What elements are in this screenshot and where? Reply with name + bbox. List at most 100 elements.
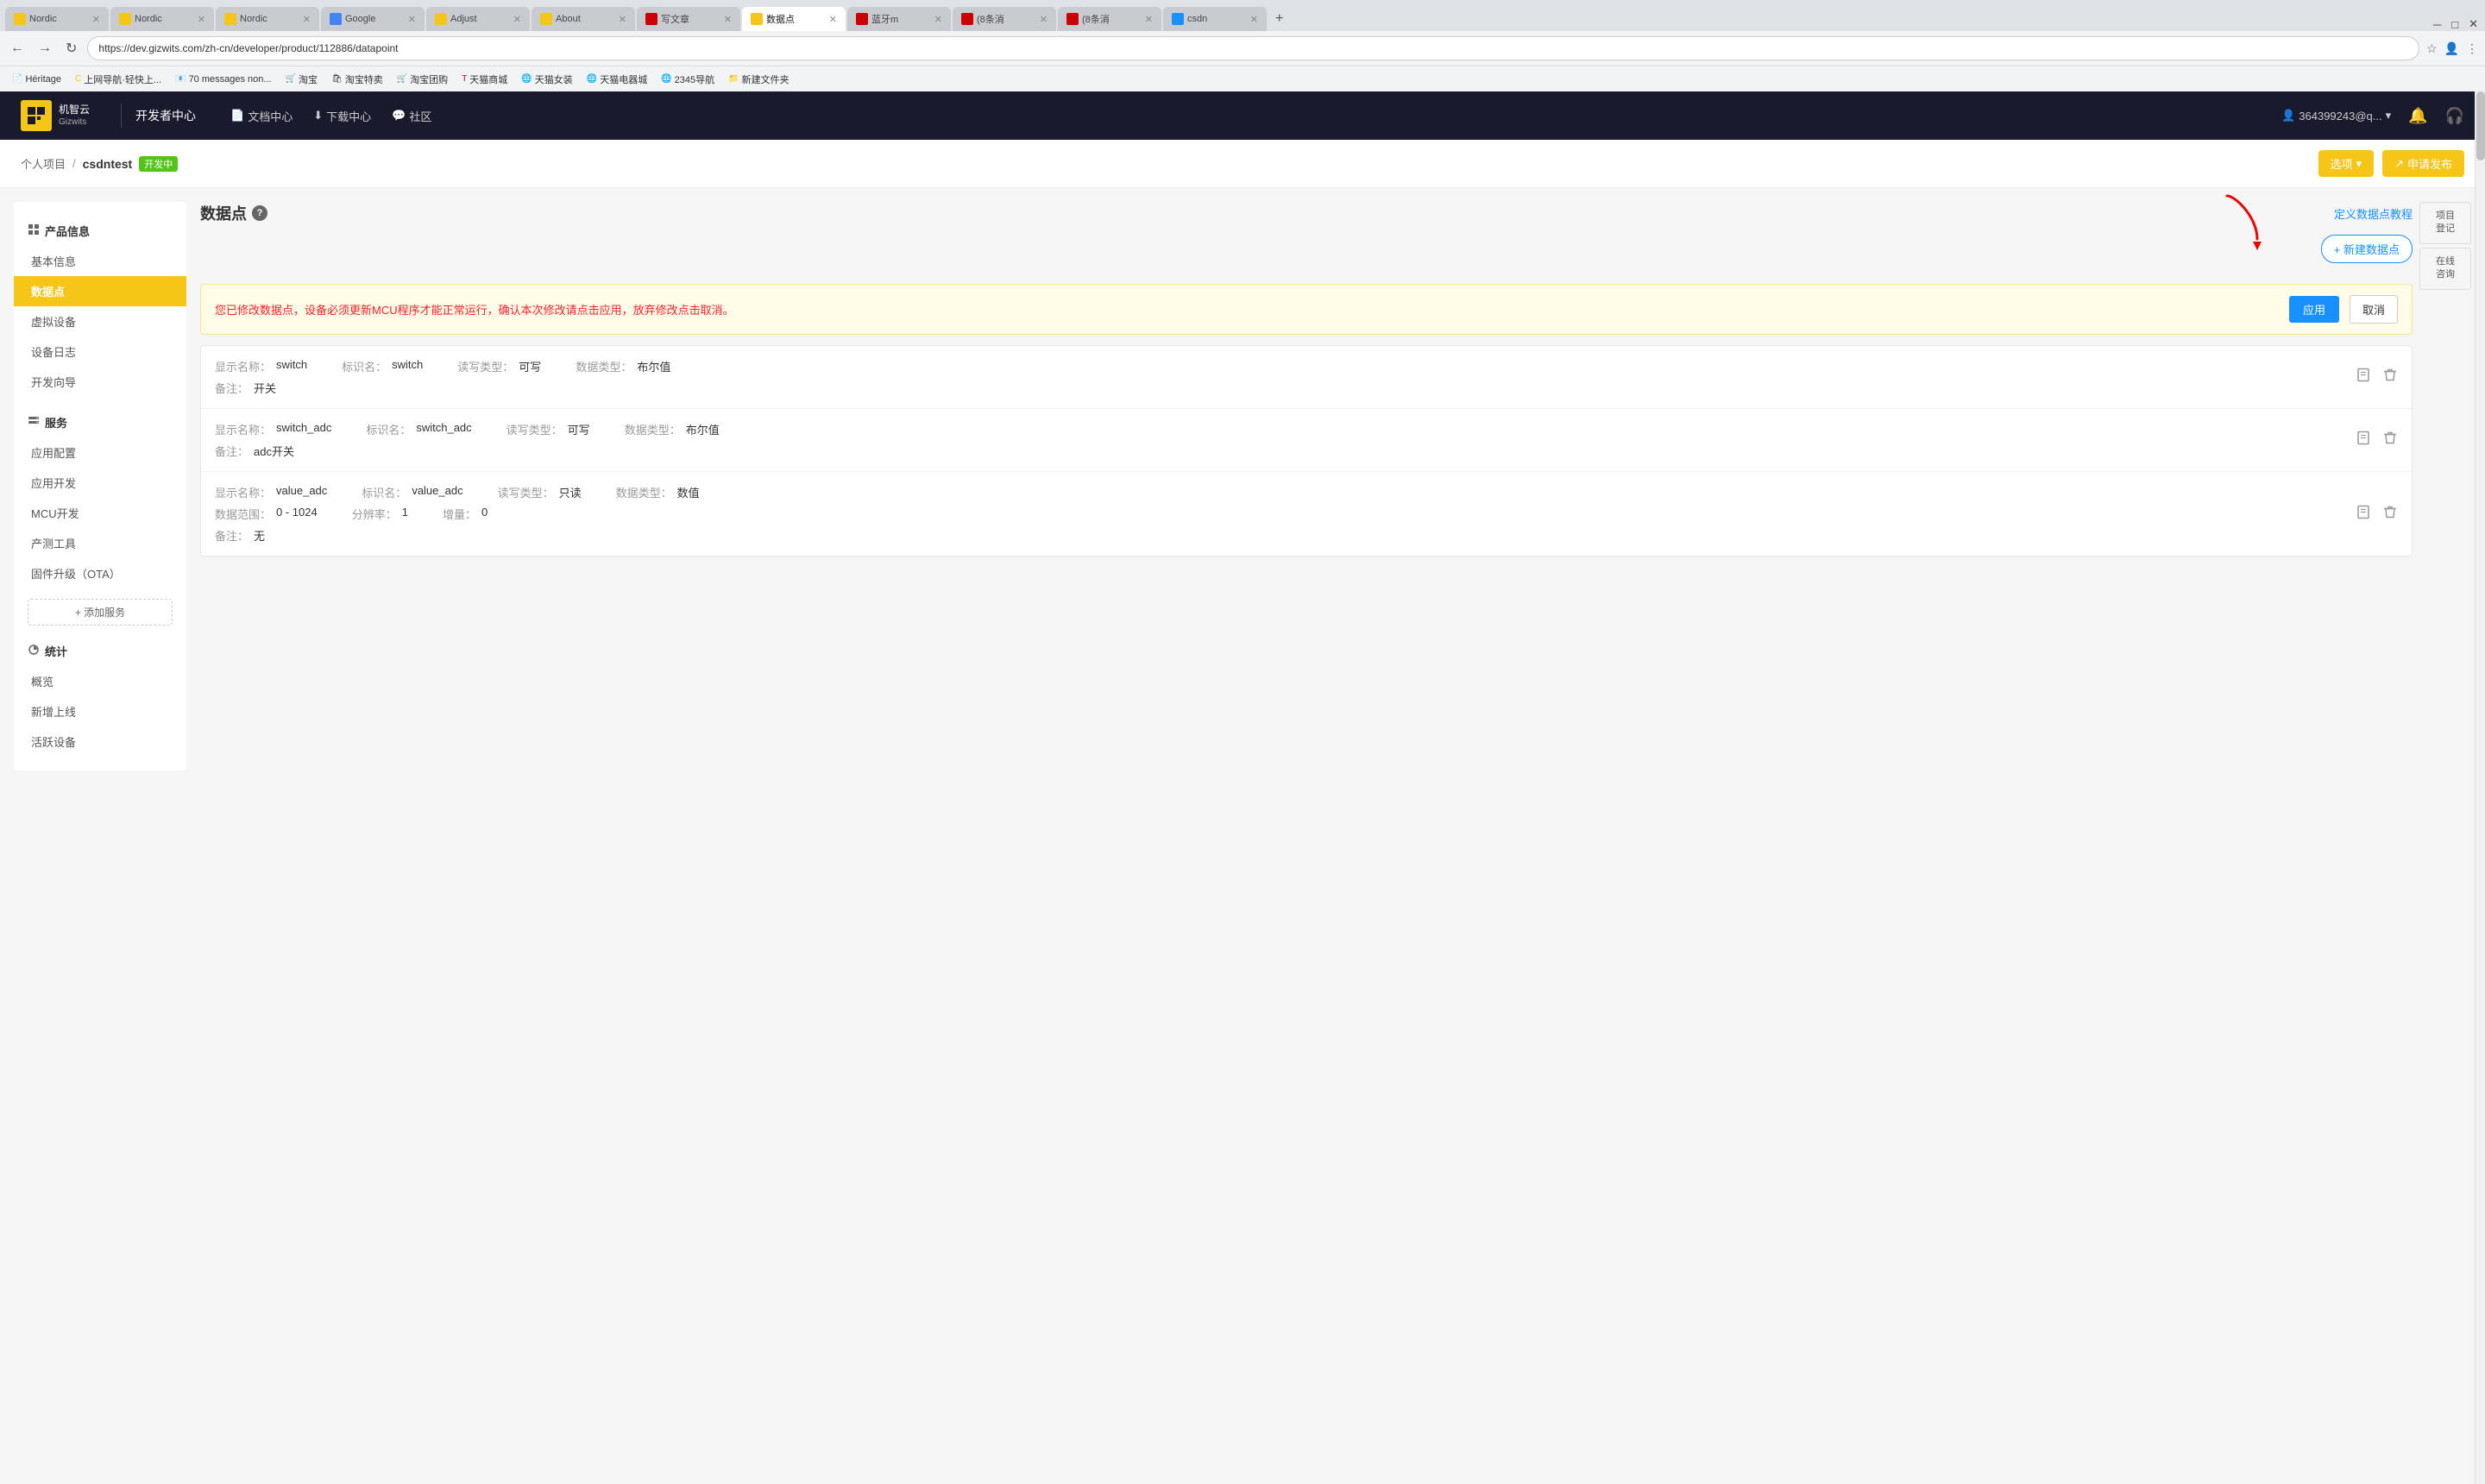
tab-7[interactable]: 写文章 ✕ <box>637 7 740 31</box>
add-service-button[interactable]: + 添加服务 <box>28 599 173 626</box>
maximize-icon[interactable]: □ <box>2451 18 2458 31</box>
tab-close-11[interactable]: ✕ <box>1145 14 1153 25</box>
tab-close-4[interactable]: ✕ <box>408 14 416 25</box>
browser-chrome: Nordic ✕ Nordic ✕ Nordic ✕ Google ✕ Adju… <box>0 0 2485 91</box>
tab-8-active[interactable]: 数据点 ✕ <box>742 7 846 31</box>
tab-9[interactable]: 蓝牙m ✕ <box>847 7 951 31</box>
address-icons: ☆ 👤 ⋮ <box>2426 41 2478 56</box>
bookmark-taobao-special[interactable]: 🛍 淘宝特卖 <box>326 71 388 88</box>
delete-button-1[interactable] <box>2382 368 2398 387</box>
edit-button-1[interactable] <box>2356 368 2372 387</box>
project-register-button[interactable]: 项目登记 <box>2419 202 2471 244</box>
tab-close-8[interactable]: ✕ <box>829 14 837 25</box>
publish-button[interactable]: ↗ 申请发布 <box>2382 150 2464 177</box>
sidebar-item-datapoint[interactable]: 数据点 <box>14 276 186 306</box>
bookmark-label-heritage: Héritage <box>25 74 61 85</box>
sidebar-item-device-log[interactable]: 设备日志 <box>14 336 186 367</box>
forward-button[interactable]: → <box>35 37 55 60</box>
notification-icon[interactable]: 🔔 <box>2408 107 2427 125</box>
tutorial-link[interactable]: 定义数据点教程 <box>2334 205 2413 222</box>
breadcrumb-parent[interactable]: 个人项目 <box>21 155 66 172</box>
tab-close-3[interactable]: ✕ <box>303 14 311 25</box>
address-bar[interactable]: https://dev.gizwits.com/zh-cn/developer/… <box>87 36 2419 60</box>
overview-label: 概览 <box>31 676 53 689</box>
bookmark-tmall-appliance[interactable]: 🌐 天猫电器城 <box>582 71 652 88</box>
edit-button-3[interactable] <box>2356 504 2372 524</box>
tab-5[interactable]: Adjust ✕ <box>426 7 530 31</box>
reload-button[interactable]: ↻ <box>62 36 80 60</box>
tab-close-7[interactable]: ✕ <box>724 14 732 25</box>
tab-close-12[interactable]: ✕ <box>1250 14 1258 25</box>
help-icon[interactable]: ? <box>252 205 267 221</box>
delete-button-3[interactable] <box>2382 504 2398 524</box>
bookmark-messages[interactable]: 📧 70 messages non... <box>170 72 276 86</box>
bookmark-2345[interactable]: 🌐 2345导航 <box>656 71 720 88</box>
scrollbar-track[interactable] <box>2475 91 2485 1484</box>
online-consult-button[interactable]: 在线咨询 <box>2419 248 2471 290</box>
tab-3[interactable]: Nordic ✕ <box>216 7 319 31</box>
tab-4[interactable]: Google ✕ <box>321 7 425 31</box>
nav-docs[interactable]: 📄 文档中心 <box>230 108 293 124</box>
nav-download[interactable]: ⬇ 下载中心 <box>313 108 371 124</box>
tab-close-1[interactable]: ✕ <box>92 14 100 25</box>
new-tab-button[interactable]: + <box>1268 7 1290 31</box>
datapoint-main-info-2: 显示名称： switch_adc 标识名： switch_adc 读写类型： 可… <box>215 421 2398 437</box>
bookmark-heritage[interactable]: 📄 Héritage <box>7 72 66 86</box>
sidebar-item-prod-test[interactable]: 产测工具 <box>14 528 186 558</box>
server-icon <box>28 415 40 427</box>
tab-close-10[interactable]: ✕ <box>1040 14 1047 25</box>
tab-favicon-7 <box>645 13 657 25</box>
bookmark-tmall-fashion[interactable]: 🌐 天猫女装 <box>516 71 577 88</box>
mcu-dev-label: MCU开发 <box>31 507 79 520</box>
bookmark-taobao-group[interactable]: 🛒 淘宝团购 <box>392 71 453 88</box>
sidebar-item-basic-info[interactable]: 基本信息 <box>14 246 186 276</box>
sidebar-item-app-config[interactable]: 应用配置 <box>14 437 186 468</box>
sidebar-item-new-online[interactable]: 新增上线 <box>14 696 186 726</box>
minimize-icon[interactable]: ─ <box>2433 18 2441 31</box>
logo[interactable]: 机智云 Gizwits <box>21 100 90 131</box>
warning-text: 您已修改数据点，设备必须更新MCU程序才能正常运行，确认本次修改请点击应用，放弃… <box>215 301 2279 318</box>
bookmark-nav[interactable]: C 上网导航·轻快上... <box>70 71 167 88</box>
back-button[interactable]: ← <box>7 37 28 60</box>
display-name-value-3: value_adc <box>276 484 327 500</box>
sidebar-item-virtual-device[interactable]: 虚拟设备 <box>14 306 186 336</box>
tab-12[interactable]: csdn ✕ <box>1163 7 1267 31</box>
sidebar-item-dev-guide[interactable]: 开发向导 <box>14 367 186 397</box>
cancel-warning-button[interactable]: 取消 <box>2350 295 2398 324</box>
identifier-field-2: 标识名： switch_adc <box>366 421 471 437</box>
scrollbar-thumb[interactable] <box>2476 91 2485 160</box>
sidebar-item-active-devices[interactable]: 活跃设备 <box>14 726 186 757</box>
tab-6[interactable]: About ✕ <box>532 7 635 31</box>
trash-icon-3 <box>2382 504 2398 519</box>
sidebar-item-overview[interactable]: 概览 <box>14 666 186 696</box>
sidebar-item-mcu-dev[interactable]: MCU开发 <box>14 498 186 528</box>
tab-2[interactable]: Nordic ✕ <box>110 7 214 31</box>
sidebar-item-firmware-upgrade[interactable]: 固件升级（OTA） <box>14 558 186 588</box>
user-profile-icon[interactable]: 👤 <box>2444 41 2459 56</box>
tab-1[interactable]: Nordic ✕ <box>5 7 109 31</box>
new-datapoint-button[interactable]: + 新建数据点 <box>2321 235 2413 263</box>
sidebar-item-app-dev[interactable]: 应用开发 <box>14 468 186 498</box>
apply-button[interactable]: 应用 <box>2289 296 2339 323</box>
bookmark-icon[interactable]: ☆ <box>2426 41 2438 56</box>
tab-10[interactable]: (8条消 ✕ <box>953 7 1056 31</box>
bookmark-taobao[interactable]: 🛒 淘宝 <box>280 71 323 88</box>
options-button[interactable]: 选项 ▾ <box>2318 150 2375 177</box>
bookmark-folder[interactable]: 📁 新建文件夹 <box>723 71 794 88</box>
identifier-field-1: 标识名： switch <box>342 358 423 374</box>
headset-icon[interactable]: 🎧 <box>2445 107 2464 125</box>
stats-section-label: 统计 <box>45 643 67 659</box>
tab-close-9[interactable]: ✕ <box>934 14 942 25</box>
tab-11[interactable]: (8条消 ✕ <box>1058 7 1161 31</box>
close-icon[interactable]: ✕ <box>2469 17 2478 31</box>
tab-close-5[interactable]: ✕ <box>513 14 521 25</box>
edit-button-2[interactable] <box>2356 431 2372 450</box>
delete-button-2[interactable] <box>2382 431 2398 450</box>
nav-community[interactable]: 💬 社区 <box>392 108 431 124</box>
tab-close-6[interactable]: ✕ <box>619 14 626 25</box>
user-menu[interactable]: 👤 364399243@q... ▾ <box>2281 109 2391 123</box>
bookmark-tmall[interactable]: T 天猫商城 <box>456 71 513 88</box>
menu-icon[interactable]: ⋮ <box>2466 41 2478 56</box>
tab-close-2[interactable]: ✕ <box>198 14 205 25</box>
edit-icon-2 <box>2356 431 2372 446</box>
